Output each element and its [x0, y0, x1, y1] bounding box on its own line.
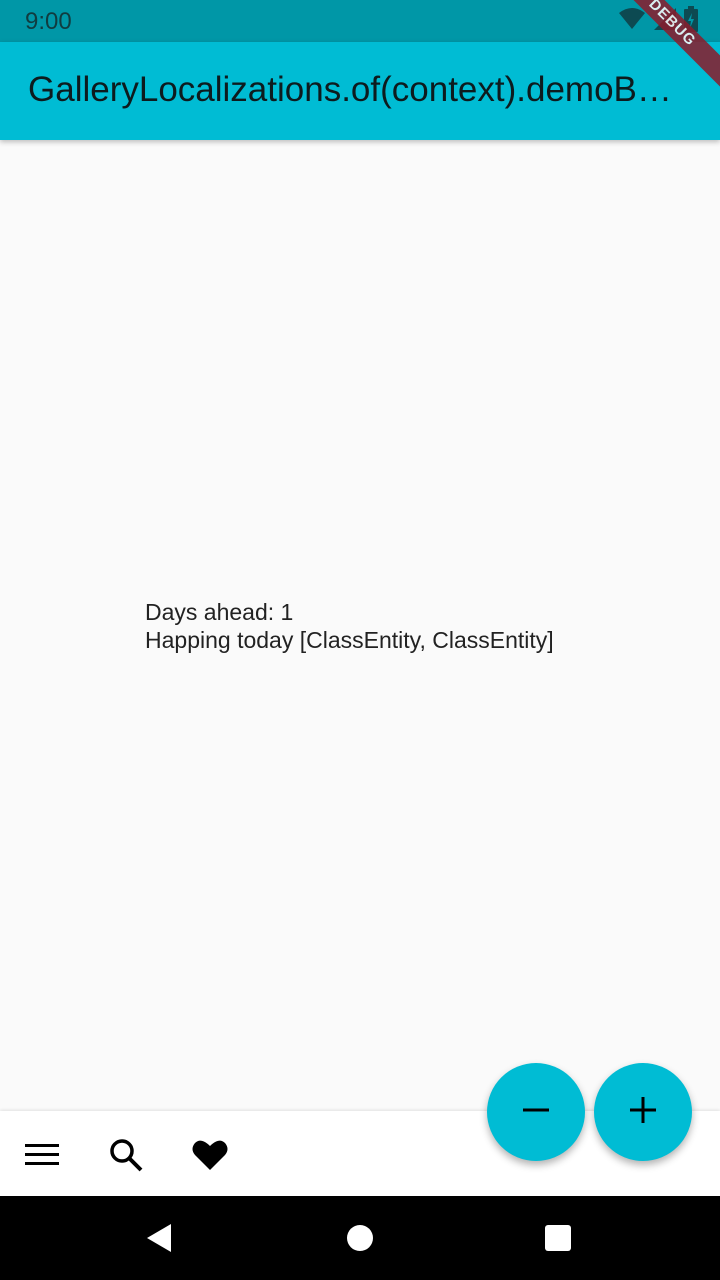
- decrement-fab[interactable]: [487, 1063, 585, 1161]
- search-icon[interactable]: [108, 1137, 144, 1173]
- increment-fab[interactable]: [594, 1063, 692, 1161]
- wifi-icon: [618, 7, 646, 36]
- menu-icon[interactable]: [24, 1137, 60, 1173]
- minus-icon: [522, 1096, 550, 1129]
- heart-icon[interactable]: [192, 1137, 228, 1173]
- system-nav-bar: [0, 1196, 720, 1280]
- status-time: 9:00: [25, 8, 72, 35]
- plus-icon: [629, 1096, 657, 1129]
- page-title: GalleryLocalizations.of(context).demoB…: [28, 70, 672, 109]
- back-icon[interactable]: [143, 1222, 175, 1254]
- app-bar: GalleryLocalizations.of(context).demoB…: [0, 42, 720, 140]
- home-icon[interactable]: [344, 1222, 376, 1254]
- main-content: Days ahead: 1 Happing today [ClassEntity…: [145, 598, 554, 654]
- recents-icon[interactable]: [542, 1222, 574, 1254]
- status-bar: 9:00: [0, 0, 720, 42]
- days-ahead-text: Days ahead: 1: [145, 599, 294, 625]
- happening-today-text: Happing today [ClassEntity, ClassEntity]: [145, 627, 554, 653]
